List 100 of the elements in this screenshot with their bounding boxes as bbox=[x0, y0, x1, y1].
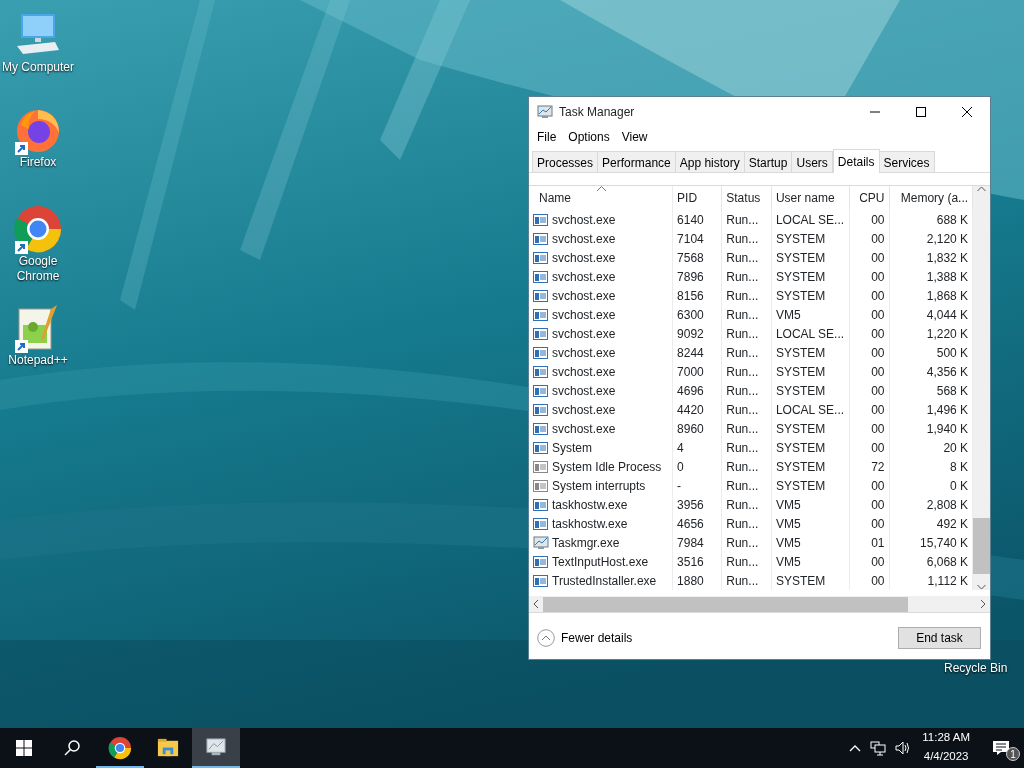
table-cell: LOCAL SE... bbox=[771, 324, 850, 343]
table-cell: 3956 bbox=[672, 495, 722, 514]
window-icon bbox=[533, 345, 549, 360]
table-cell: Run... bbox=[721, 476, 772, 495]
column-header[interactable]: CPU bbox=[849, 186, 889, 210]
window-icon bbox=[533, 573, 549, 588]
table-cell: 8 K bbox=[889, 457, 973, 476]
table-cell: Run... bbox=[721, 552, 772, 571]
table-cell: 9092 bbox=[672, 324, 722, 343]
table-cell: 00 bbox=[849, 305, 889, 324]
table-cell: 4656 bbox=[672, 514, 722, 533]
end-task-button[interactable]: End task bbox=[898, 627, 981, 649]
process-name: svchost.exe bbox=[552, 211, 616, 229]
tab[interactable]: Services bbox=[879, 151, 935, 172]
column-header[interactable]: Memory (a... bbox=[889, 186, 973, 210]
window-icon bbox=[533, 402, 549, 417]
table-cell: 00 bbox=[849, 324, 889, 343]
process-name: System interrupts bbox=[552, 477, 646, 495]
window-icon bbox=[533, 440, 549, 455]
notifications-button[interactable]: 1 bbox=[978, 728, 1024, 768]
table-cell: SYSTEM bbox=[771, 438, 850, 457]
shortcut-icon bbox=[15, 340, 28, 353]
table-cell: 00 bbox=[849, 495, 889, 514]
column-header[interactable]: Name bbox=[529, 186, 673, 210]
table-cell: 00 bbox=[849, 210, 889, 229]
table-cell: 1,868 K bbox=[889, 286, 973, 305]
desktop-icon[interactable] bbox=[13, 204, 63, 254]
table-cell: Run... bbox=[721, 381, 772, 400]
scroll-thumb[interactable] bbox=[973, 518, 990, 574]
scroll-thumb[interactable] bbox=[543, 596, 908, 612]
process-name: svchost.exe bbox=[552, 230, 616, 248]
table-cell: 4420 bbox=[672, 400, 722, 419]
column-header[interactable]: Status bbox=[721, 186, 772, 210]
window-icon bbox=[533, 288, 549, 303]
table-cell: Run... bbox=[721, 400, 772, 419]
table-cell: 00 bbox=[849, 343, 889, 362]
table-cell: 1,496 K bbox=[889, 400, 973, 419]
table-cell: 1,832 K bbox=[889, 248, 973, 267]
tab[interactable]: Details bbox=[832, 149, 880, 173]
table-cell: 01 bbox=[849, 533, 889, 552]
taskbar-button[interactable] bbox=[192, 728, 240, 768]
process-name: TrustedInstaller.exe bbox=[552, 572, 657, 590]
table-cell: SYSTEM bbox=[771, 419, 850, 438]
table-cell: Run... bbox=[721, 210, 772, 229]
icon-label: Notepad++ bbox=[7, 353, 69, 368]
tab[interactable]: Performance bbox=[598, 151, 676, 172]
monitor-chart-icon bbox=[533, 535, 549, 550]
icon-label: My Computer bbox=[1, 60, 75, 75]
tab[interactable]: Processes bbox=[532, 151, 599, 172]
menu-item[interactable]: View bbox=[615, 128, 654, 146]
maximize-icon bbox=[916, 107, 926, 117]
column-header[interactable]: PID bbox=[672, 186, 722, 210]
table-cell: 1,220 K bbox=[889, 324, 973, 343]
table-cell: 7568 bbox=[672, 248, 722, 267]
table-cell: VM5 bbox=[771, 305, 850, 324]
clock-date: 4/4/2023 bbox=[923, 749, 969, 764]
window-title: Task Manager bbox=[559, 104, 636, 121]
table-cell: 1880 bbox=[672, 571, 722, 590]
tab[interactable]: Users bbox=[792, 151, 833, 172]
menu-item[interactable]: File bbox=[531, 128, 563, 146]
table-cell: 00 bbox=[849, 438, 889, 457]
tab[interactable]: App history bbox=[675, 151, 745, 172]
task-manager-icon bbox=[537, 105, 553, 119]
close-icon bbox=[962, 107, 972, 117]
process-name: taskhostw.exe bbox=[552, 496, 628, 514]
horizontal-scrollbar[interactable] bbox=[529, 596, 990, 613]
icon-label: Recycle Bin bbox=[944, 661, 1008, 675]
window-icon bbox=[533, 250, 549, 265]
table-cell: Run... bbox=[721, 267, 772, 286]
table-cell: 00 bbox=[849, 571, 889, 590]
table-cell: Run... bbox=[721, 571, 772, 590]
tab[interactable]: Startup bbox=[744, 151, 793, 172]
table-cell: 4 bbox=[672, 438, 722, 457]
window-icon bbox=[533, 554, 549, 569]
table-cell: SYSTEM bbox=[771, 248, 850, 267]
fewer-details-button[interactable]: Fewer details bbox=[537, 629, 633, 647]
table-cell: Run... bbox=[721, 362, 772, 381]
window-icon bbox=[533, 383, 549, 398]
table-cell: 2,808 K bbox=[889, 495, 973, 514]
table-cell: Run... bbox=[721, 457, 772, 476]
window-icon bbox=[533, 364, 549, 379]
table-cell: 7984 bbox=[672, 533, 722, 552]
table-cell: 6300 bbox=[672, 305, 722, 324]
process-name: svchost.exe bbox=[552, 420, 616, 438]
table-cell: 00 bbox=[849, 381, 889, 400]
column-header[interactable]: User name bbox=[771, 186, 850, 210]
menu-item[interactable]: Options bbox=[562, 128, 616, 146]
window-icon bbox=[533, 497, 549, 512]
icon-label: Google Chrome bbox=[15, 254, 61, 284]
table-cell: 00 bbox=[849, 286, 889, 305]
process-name: System Idle Process bbox=[552, 458, 662, 476]
table-cell: - bbox=[672, 476, 722, 495]
process-name: TextInputHost.exe bbox=[552, 553, 649, 571]
clock[interactable]: 11:28 AM 4/4/2023 bbox=[914, 728, 978, 768]
table-cell: Run... bbox=[721, 514, 772, 533]
window-icon bbox=[533, 231, 549, 246]
table-cell: SYSTEM bbox=[771, 229, 850, 248]
vertical-scrollbar[interactable] bbox=[973, 186, 990, 590]
table-cell: 8244 bbox=[672, 343, 722, 362]
process-name: svchost.exe bbox=[552, 344, 616, 362]
